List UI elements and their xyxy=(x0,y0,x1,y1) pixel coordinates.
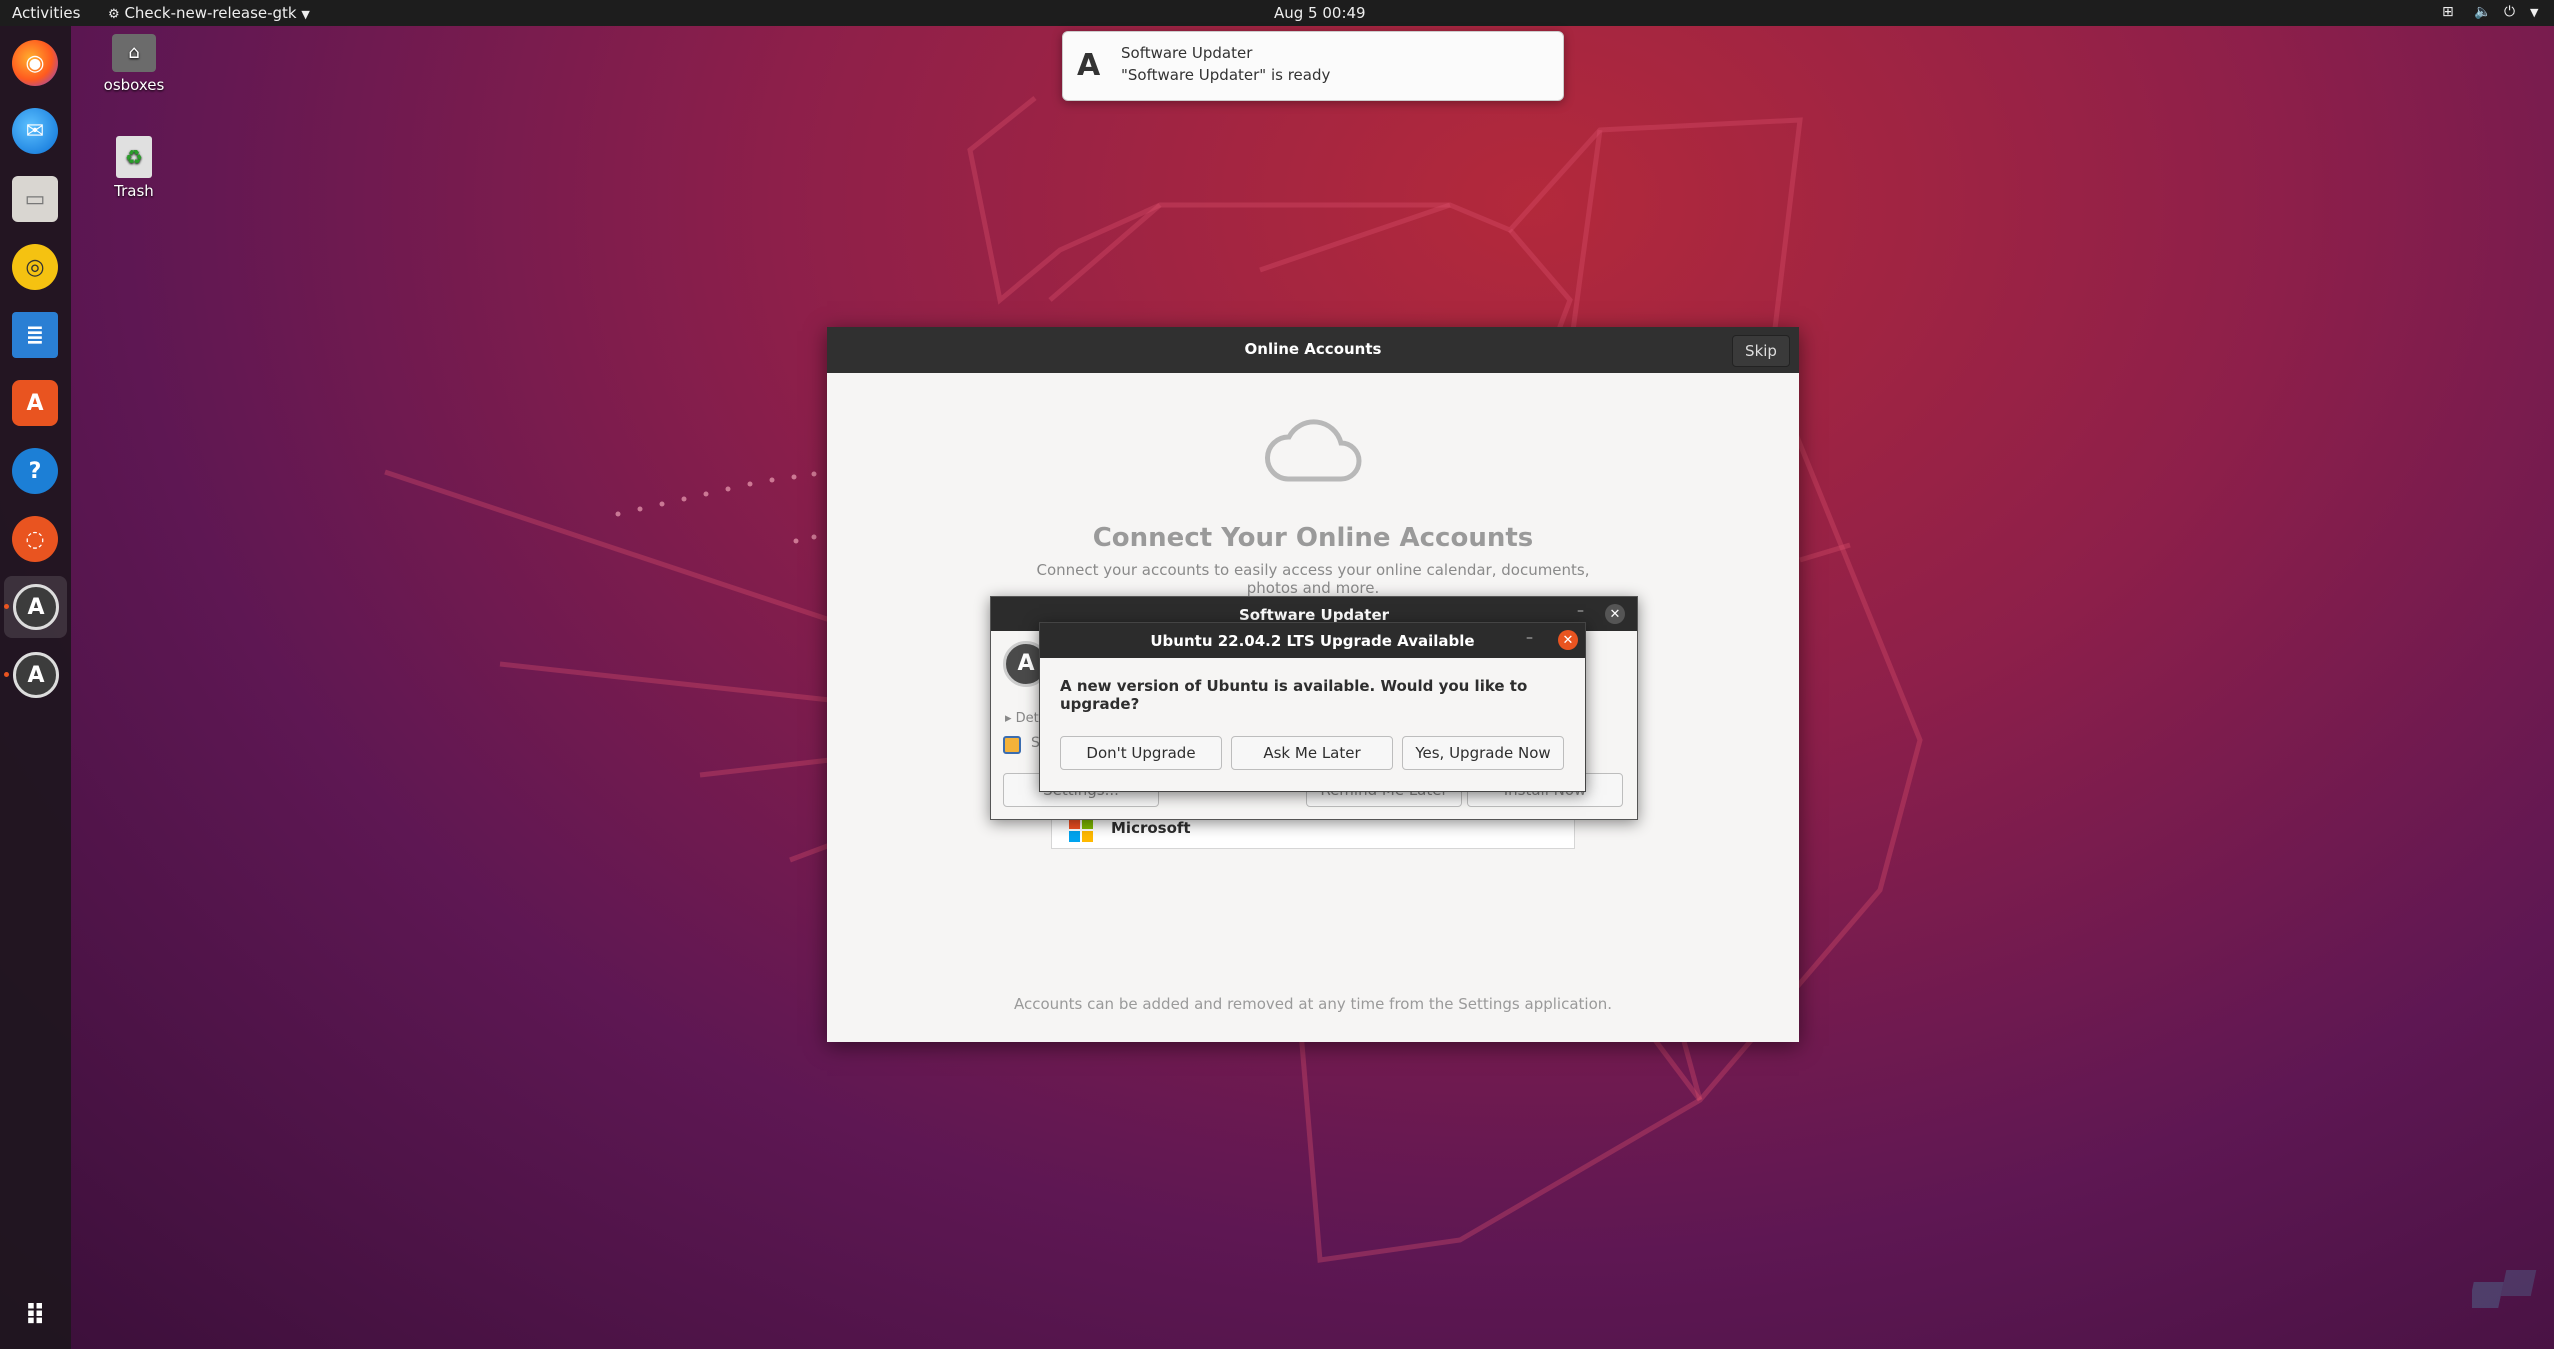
notification-title: Software Updater xyxy=(1121,44,1253,62)
heading: Connect Your Online Accounts xyxy=(1092,523,1534,553)
subtitle-line-2: photos and more. xyxy=(1246,579,1380,597)
app-menu-icon: ⚙ xyxy=(108,7,120,22)
app-menu[interactable]: ⚙ Check-new-release-gtk ▼ xyxy=(108,4,310,22)
network-icon[interactable]: ⊞ xyxy=(2442,4,2454,20)
desktop-icon-label: Trash xyxy=(114,182,154,200)
running-indicator xyxy=(4,672,9,677)
home-folder-icon: ⌂ xyxy=(112,34,156,72)
system-menu-chevron-icon[interactable]: ▼ xyxy=(2530,6,2538,19)
running-indicator xyxy=(4,604,9,609)
ask-me-later-button[interactable]: Ask Me Later xyxy=(1231,736,1393,770)
files-icon[interactable]: ▭ xyxy=(12,176,58,222)
show-applications-icon[interactable]: ⠿ xyxy=(12,1292,58,1338)
cloud-icon xyxy=(1265,419,1362,482)
trash-icon: ♻ xyxy=(116,136,152,178)
close-icon[interactable]: ✕ xyxy=(1605,604,1625,624)
close-icon[interactable]: ✕ xyxy=(1558,630,1578,650)
software-updater-icon[interactable]: A xyxy=(13,584,59,630)
desktop-icon-home[interactable]: ⌂ osboxes xyxy=(84,34,184,94)
volume-icon[interactable]: 🔈 xyxy=(2474,4,2491,20)
notification-body: "Software Updater" is ready xyxy=(1121,66,1331,84)
libreoffice-writer-icon[interactable]: ≣ xyxy=(12,312,58,358)
software-updater-2-icon[interactable]: A xyxy=(13,652,59,698)
desktop-icon-label: osboxes xyxy=(103,76,165,94)
desktop-icon-trash[interactable]: ♻ Trash xyxy=(84,136,184,200)
dont-upgrade-button[interactable]: Don't Upgrade xyxy=(1060,736,1222,770)
window-header: Online Accounts Skip xyxy=(827,327,1799,373)
software-updater-icon: A xyxy=(1077,48,1101,83)
window-title: Online Accounts xyxy=(1244,340,1382,358)
subtitle-line-1: Connect your accounts to easily access y… xyxy=(1036,561,1590,579)
upgrade-dialog: Ubuntu 22.04.2 LTS Upgrade Available – ✕… xyxy=(1039,622,1586,792)
dialog-message: A new version of Ubuntu is available. Wo… xyxy=(1060,677,1528,713)
thunderbird-icon[interactable]: ✉ xyxy=(12,108,58,154)
details-label: Det xyxy=(1015,711,1039,726)
help-icon[interactable]: ? xyxy=(12,448,58,494)
account-label: Microsoft xyxy=(1111,819,1191,837)
power-icon[interactable]: ⏻ xyxy=(2504,4,2515,20)
dialog-title: Ubuntu 22.04.2 LTS Upgrade Available xyxy=(1150,632,1475,650)
microsoft-icon xyxy=(1069,818,1093,842)
footer-text: Accounts can be added and removed at any… xyxy=(1013,995,1613,1013)
skip-button[interactable]: Skip xyxy=(1732,335,1790,367)
expander-arrow-icon: ▸ xyxy=(1005,711,1012,726)
virtualbox-watermark-icon xyxy=(2472,1270,2537,1308)
top-bar: Activities ⚙ Check-new-release-gtk ▼ Aug… xyxy=(0,0,2554,26)
chevron-down-icon: ▼ xyxy=(301,8,310,21)
activities-button[interactable]: Activities xyxy=(12,4,80,22)
dock: ◉ ✉ ▭ ◎ ≣ A ? ◌ A A ⠿ xyxy=(0,26,71,1349)
minimize-icon[interactable]: – xyxy=(1577,603,1584,619)
ubuntu-software-icon[interactable]: A xyxy=(12,380,58,426)
details-expander[interactable]: ▸ Det xyxy=(1005,711,1039,726)
notification[interactable]: A Software Updater "Software Updater" is… xyxy=(1062,31,1564,101)
yes-upgrade-now-button[interactable]: Yes, Upgrade Now xyxy=(1402,736,1564,770)
dialog-header: Ubuntu 22.04.2 LTS Upgrade Available – ✕ xyxy=(1040,623,1585,658)
clock[interactable]: Aug 5 00:49 xyxy=(1274,4,1366,22)
rhythmbox-icon[interactable]: ◎ xyxy=(12,244,58,290)
firefox-icon[interactable]: ◉ xyxy=(12,40,58,86)
ubuntu-icon[interactable]: ◌ xyxy=(12,516,58,562)
app-menu-label: Check-new-release-gtk xyxy=(124,4,297,22)
security-icon xyxy=(1003,736,1021,754)
minimize-icon[interactable]: – xyxy=(1526,630,1533,646)
